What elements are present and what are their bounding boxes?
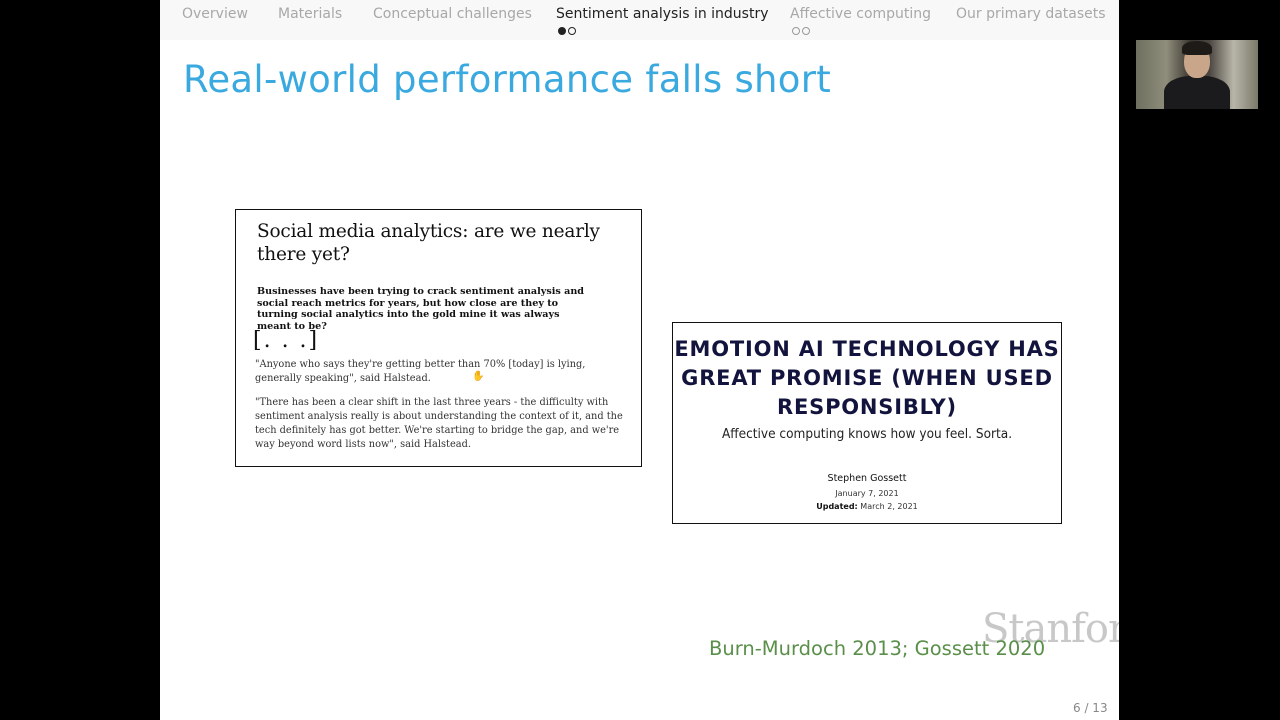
updated-label: Updated: [816, 502, 858, 511]
section-progress-dots [792, 27, 810, 35]
nav-item-materials[interactable]: Materials [278, 6, 342, 22]
presenter-webcam-video [1136, 40, 1258, 109]
article-screenshot-builtin: EMOTION AI TECHNOLOGY HAS GREAT PROMISE … [672, 322, 1062, 524]
article-updated: Updated: March 2, 2021 [673, 502, 1061, 511]
updated-date: March 2, 2021 [860, 502, 918, 511]
article-subheadline: Affective computing knows how you feel. … [721, 426, 1013, 442]
hand-cursor-icon: ✋ [472, 371, 485, 382]
article-quote-1: "Anyone who says they're getting better … [255, 359, 586, 384]
slide-dot-current[interactable] [558, 27, 566, 35]
slide-dot[interactable] [802, 27, 810, 35]
article-quote-2: "There has been a clear shift in the las… [255, 397, 623, 450]
section-progress-dots [558, 27, 576, 35]
nav-item-overview[interactable]: Overview [182, 6, 248, 22]
article-headline: EMOTION AI TECHNOLOGY HAS GREAT PROMISE … [674, 337, 1060, 419]
slide-dot[interactable] [568, 27, 576, 35]
omission-ellipsis: [. . .] [253, 328, 320, 353]
citation: Burn-Murdoch 2013; Gossett 2020 [709, 637, 1046, 660]
article-standfirst: Businesses have been trying to crack sen… [257, 286, 585, 332]
nav-item-our-primary-datasets[interactable]: Our primary datasets [956, 6, 1106, 22]
slide-dot[interactable] [792, 27, 800, 35]
presenter-hair [1182, 41, 1212, 55]
section-nav-bar: Overview Materials Conceptual challenges… [160, 0, 1119, 40]
article-screenshot-guardian: Social media analytics: are we nearly th… [235, 209, 642, 467]
article-headline: Social media analytics: are we nearly th… [257, 221, 600, 265]
slide-title: Real-world performance falls short [183, 58, 832, 101]
presenter-body [1164, 76, 1230, 109]
page-number: 6 / 13 [1073, 701, 1108, 715]
article-author: Stephen Gossett [827, 473, 907, 484]
article-date: January 7, 2021 [835, 489, 899, 498]
nav-item-conceptual-challenges[interactable]: Conceptual challenges [373, 6, 532, 22]
slide: Overview Materials Conceptual challenges… [160, 0, 1119, 720]
nav-item-affective-computing[interactable]: Affective computing [790, 6, 931, 22]
nav-item-sentiment-analysis-in-industry[interactable]: Sentiment analysis in industry [556, 6, 769, 22]
